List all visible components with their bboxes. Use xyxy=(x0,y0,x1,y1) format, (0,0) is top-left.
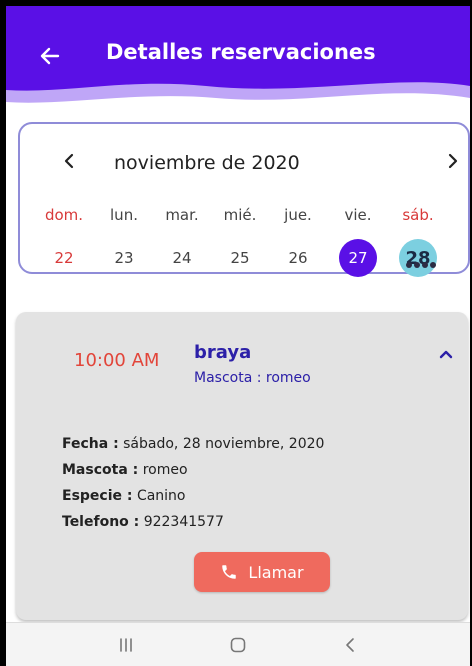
home-button[interactable] xyxy=(218,629,258,661)
detail-pet: Mascota : romeo xyxy=(62,462,188,478)
weekday-friday: vie. xyxy=(344,206,372,224)
recents-button[interactable] xyxy=(106,629,146,661)
weekday-tuesday: mar. xyxy=(165,206,199,224)
calendar-day[interactable]: 23 xyxy=(100,246,148,270)
calendar-day[interactable]: 22 xyxy=(40,246,88,270)
system-nav-bar xyxy=(6,622,470,666)
reservation-card[interactable]: 10:00 AM braya Mascota : romeo Fecha : s… xyxy=(16,312,468,620)
recents-icon xyxy=(120,638,132,652)
call-button-label: Llamar xyxy=(248,562,304,582)
event-dots-indicator xyxy=(406,262,436,268)
next-month-button[interactable] xyxy=(438,146,468,176)
nav-back-icon xyxy=(346,638,354,652)
collapse-button[interactable] xyxy=(434,342,458,366)
back-button[interactable] xyxy=(30,36,70,76)
event-dot xyxy=(406,262,412,268)
detail-date: Fecha : sábado, 28 noviembre, 2020 xyxy=(62,436,324,452)
event-dot xyxy=(430,262,436,268)
calendar-day-today[interactable]: 28 xyxy=(399,239,437,277)
weekday-thursday: jue. xyxy=(284,206,312,224)
event-dot xyxy=(414,262,420,268)
chevron-up-icon xyxy=(439,350,453,359)
chevron-left-icon xyxy=(64,153,74,169)
weekday-wednesday: mié. xyxy=(223,206,257,224)
pet-summary: Mascota : romeo xyxy=(194,370,311,386)
detail-label: Especie : xyxy=(62,488,133,504)
home-icon xyxy=(230,637,246,653)
detail-value: sábado, 28 noviembre, 2020 xyxy=(123,436,325,452)
calendar-month-label: noviembre de 2020 xyxy=(114,152,300,174)
chevron-right-icon xyxy=(448,153,458,169)
calendar-card: noviembre de 2020 dom. lun. mar. mié. ju… xyxy=(18,122,470,277)
detail-value: romeo xyxy=(142,462,188,478)
weekday-saturday: sáb. xyxy=(402,206,434,224)
phone-icon xyxy=(222,565,237,579)
reservation-time: 10:00 AM xyxy=(74,350,160,371)
client-name: braya xyxy=(194,342,252,363)
calendar-day[interactable]: 26 xyxy=(274,246,322,270)
detail-label: Telefono : xyxy=(62,514,140,530)
arrow-left-icon xyxy=(40,47,60,65)
event-dot xyxy=(422,262,428,268)
call-button[interactable]: Llamar xyxy=(194,552,330,592)
page-title: Detalles reservaciones xyxy=(106,40,376,64)
app-header: Detalles reservaciones xyxy=(6,6,470,116)
calendar-day[interactable]: 24 xyxy=(158,246,206,270)
weekday-sunday: dom. xyxy=(44,206,84,224)
prev-month-button[interactable] xyxy=(54,146,84,176)
app-screen: Detalles reservaciones noviembre de 2020… xyxy=(6,6,470,666)
detail-phone: Telefono : 922341577 xyxy=(62,514,224,530)
nav-back-button[interactable] xyxy=(330,629,370,661)
detail-label: Fecha : xyxy=(62,436,119,452)
calendar-day-selected[interactable]: 27 xyxy=(339,239,377,277)
detail-value: Canino xyxy=(136,488,186,504)
calendar-day[interactable]: 25 xyxy=(216,246,264,270)
detail-value: 922341577 xyxy=(143,514,224,530)
detail-label: Mascota : xyxy=(62,462,139,478)
weekday-monday: lun. xyxy=(110,206,138,224)
detail-species: Especie : Canino xyxy=(62,488,186,504)
